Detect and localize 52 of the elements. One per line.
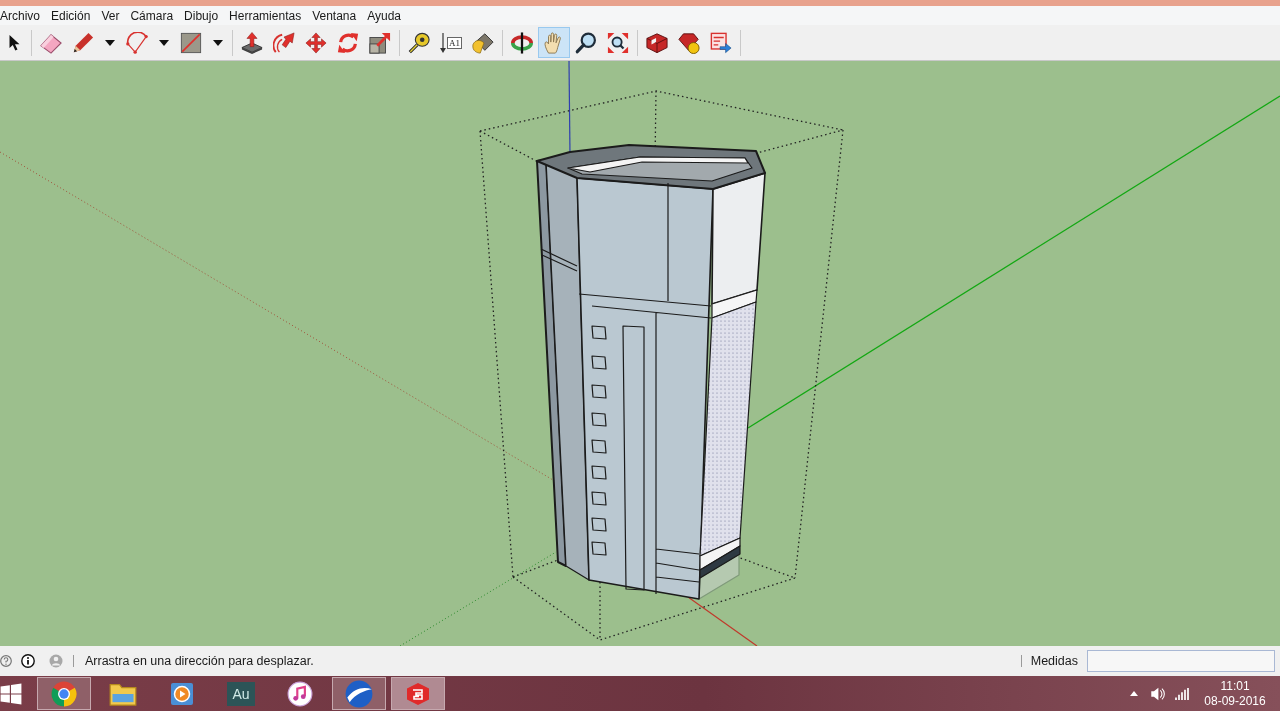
zoom-extents-icon <box>607 31 629 54</box>
gem-with-coin-icon <box>678 31 700 54</box>
play-tile-icon <box>170 681 194 706</box>
building-model[interactable] <box>536 144 766 600</box>
select-arrow-icon <box>8 34 20 51</box>
caret-icon <box>159 39 169 46</box>
move-arrows-icon <box>305 31 327 54</box>
paint-bucket-icon <box>472 31 494 54</box>
eraser-icon <box>40 31 62 54</box>
user-icon <box>49 654 63 668</box>
clock-date[interactable]: 08-09-2016 <box>1204 693 1266 709</box>
status-message: Arrastra en una dirección para desplazar. <box>85 652 314 670</box>
hexagon-logo-icon <box>406 681 430 706</box>
zoom-icon <box>575 31 597 54</box>
globe-icon <box>345 679 373 708</box>
menu-item[interactable]: Herramientas <box>229 7 302 24</box>
caret-icon <box>213 39 223 46</box>
leader-line-icon <box>440 32 446 53</box>
pencil-icon <box>72 31 94 54</box>
orbit-icon <box>511 31 533 54</box>
scale-box-icon <box>369 31 391 54</box>
taskbar-app-button[interactable]: Au <box>214 677 268 710</box>
box-icon <box>646 31 668 54</box>
axis-line <box>687 596 758 646</box>
rotate-arrows-icon <box>337 31 359 54</box>
signal-bars-icon <box>1175 687 1189 700</box>
start-logo-icon <box>0 682 22 705</box>
info-icon <box>21 654 35 668</box>
curved-arrow-icon <box>273 31 295 54</box>
caret-up-icon <box>1130 691 1138 696</box>
help-icon <box>0 655 12 667</box>
tape-measure-icon <box>408 31 430 54</box>
document-arrow-icon <box>710 31 732 54</box>
menu-item[interactable]: Ventana <box>312 7 357 24</box>
arc-icon <box>126 31 148 54</box>
measurements-field[interactable] <box>1087 650 1275 672</box>
taskbar-app-button[interactable] <box>332 677 386 710</box>
rectangle-icon <box>180 31 202 54</box>
menu-item[interactable]: Dibujo <box>184 7 219 24</box>
caret-icon <box>105 39 115 46</box>
menu-item[interactable]: Ayuda <box>367 7 401 24</box>
tool-button[interactable]: A1 <box>435 27 467 58</box>
clock-time[interactable]: 11:01 <box>1220 678 1250 694</box>
speaker-icon <box>1150 685 1165 702</box>
menu-item[interactable]: Archivo <box>0 7 40 24</box>
push-pull-icon <box>241 31 263 54</box>
tricolor-circle-icon <box>51 680 77 707</box>
measurements-label: Medidas <box>1030 652 1078 670</box>
menu-item[interactable]: Ver <box>101 7 120 24</box>
music-note-icon <box>287 680 313 707</box>
menu-item[interactable]: Cámara <box>130 7 174 24</box>
menu-item[interactable]: Edición <box>51 7 91 24</box>
